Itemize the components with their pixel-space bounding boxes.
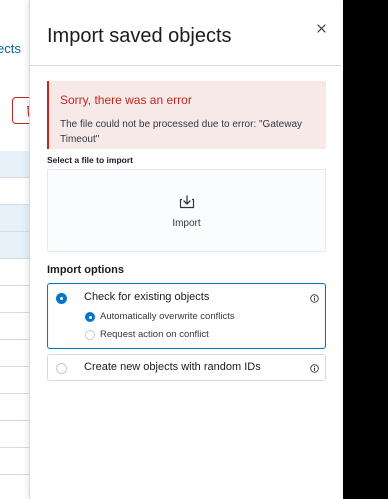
- option-create-new[interactable]: Create new objects with random IDs: [47, 354, 326, 381]
- info-icon[interactable]: [310, 364, 319, 373]
- check-existing-label: Check for existing objects: [84, 291, 210, 303]
- request-action-radio[interactable]: [85, 330, 95, 340]
- file-picker-text: Import: [172, 218, 201, 229]
- file-picker[interactable]: Import: [47, 169, 326, 252]
- import-options-heading: Import options: [47, 264, 124, 276]
- create-new-label: Create new objects with random IDs: [84, 361, 261, 373]
- overlay-scrim: [343, 0, 388, 499]
- request-action-label: Request action on conflict: [100, 329, 209, 340]
- import-icon: [179, 195, 195, 209]
- header-divider: [30, 65, 341, 66]
- overwrite-conflicts-label: Automatically overwrite conflicts: [100, 311, 235, 322]
- screen: ects Import saved objects Sorry, there w…: [0, 0, 388, 499]
- import-flyout: Import saved objects Sorry, there was an…: [29, 0, 341, 499]
- close-icon: [316, 23, 326, 33]
- file-picker-label: Select a file to import: [47, 155, 133, 165]
- error-message: The file could not be processed due to e…: [60, 119, 303, 145]
- option-check-existing[interactable]: Check for existing objects Automatically…: [47, 283, 326, 349]
- flyout-title: Import saved objects: [47, 25, 232, 47]
- close-button[interactable]: [313, 20, 329, 36]
- error-callout: Sorry, there was an error The file could…: [47, 81, 326, 149]
- check-existing-radio[interactable]: [56, 293, 67, 304]
- overwrite-conflicts-radio[interactable]: [85, 312, 95, 322]
- error-title: Sorry, there was an error: [60, 93, 192, 107]
- background-link[interactable]: ects: [0, 41, 21, 56]
- info-icon[interactable]: [310, 294, 319, 303]
- create-new-radio[interactable]: [56, 363, 67, 374]
